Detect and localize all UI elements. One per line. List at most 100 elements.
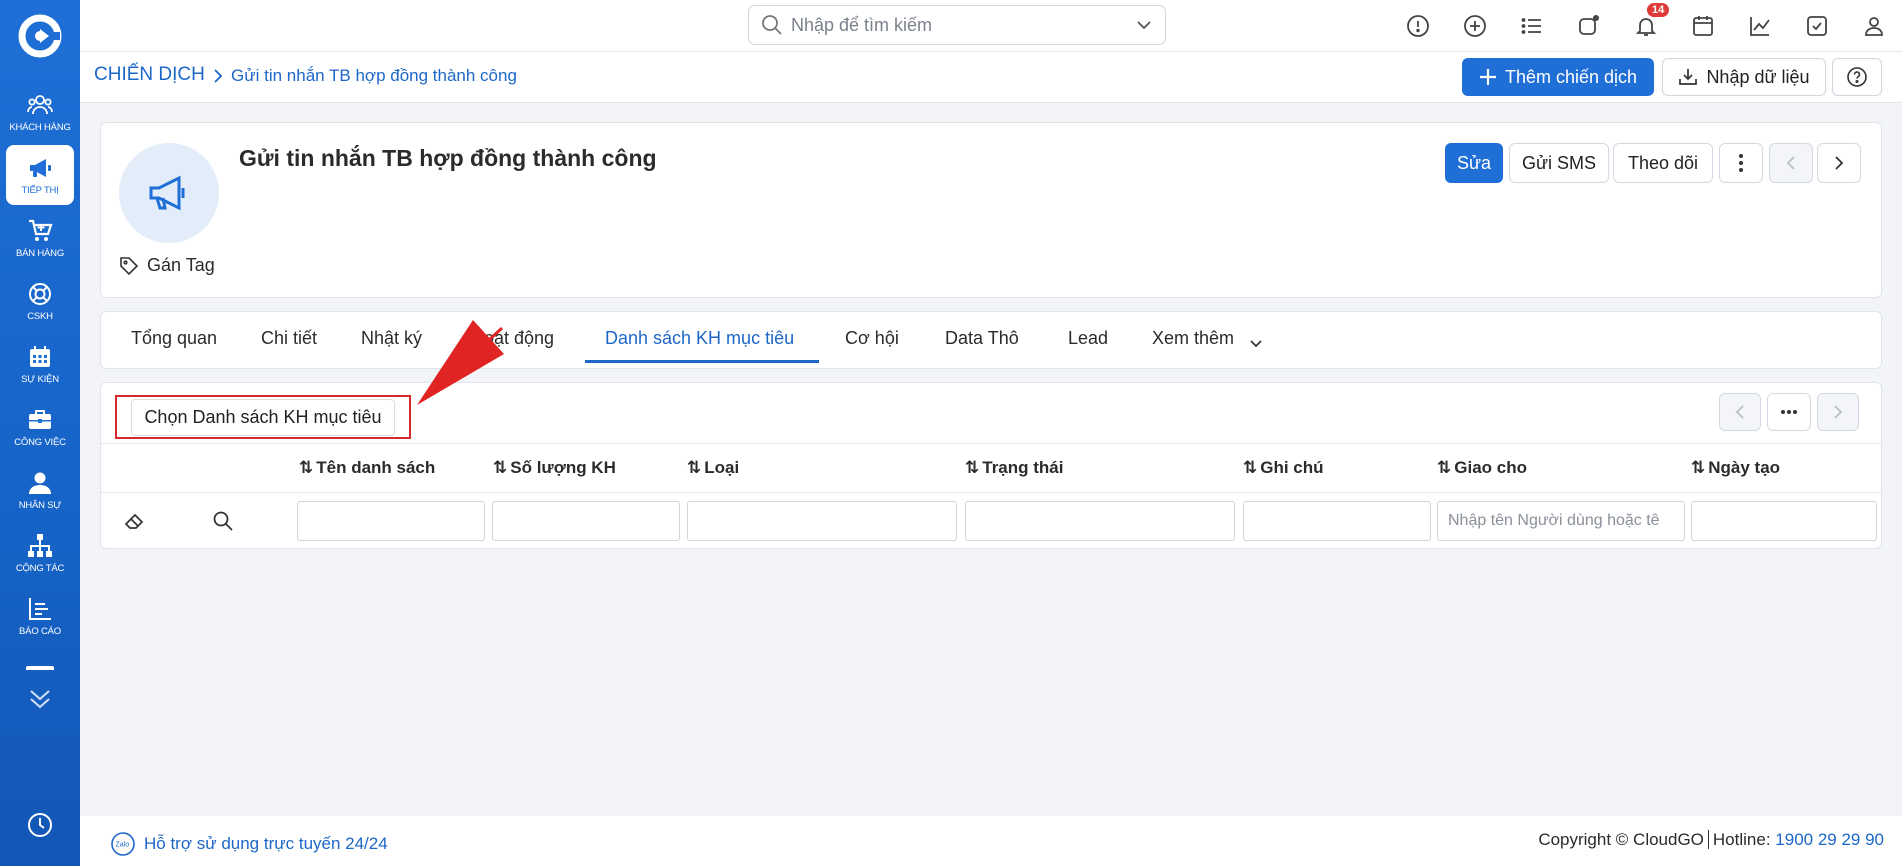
sidebar-item-sales[interactable]: BÁN HÀNG (6, 208, 74, 268)
column-header-created-date[interactable]: ⇅ Ngày tạo (1691, 458, 1780, 478)
record-header-card: Gửi tin nhắn TB hợp đồng thành công Gán … (100, 122, 1882, 298)
filter-customer-count-input[interactable] (492, 501, 680, 541)
column-header-status[interactable]: ⇅ Trạng thái (965, 458, 1063, 478)
previous-record-button[interactable] (1769, 143, 1813, 183)
sidebar-item-tasks[interactable]: CÔNG VIỆC (6, 397, 74, 457)
alert-button[interactable] (1389, 0, 1446, 52)
tab-details[interactable]: Chi tiết (261, 328, 317, 349)
sidebar-item-label: TIẾP THỊ (21, 184, 59, 196)
global-search[interactable] (748, 5, 1166, 45)
column-header-assignee[interactable]: ⇅ Giao cho (1437, 458, 1527, 478)
megaphone-icon (30, 158, 51, 177)
edit-button[interactable]: Sửa (1445, 143, 1503, 183)
tab-log[interactable]: Nhật ký (361, 328, 422, 349)
sidebar-item-customer-care[interactable]: CSKH (6, 271, 74, 331)
app-logo[interactable] (18, 14, 62, 58)
search-icon[interactable] (211, 509, 235, 533)
sidebar-item-reports[interactable]: BÁO CÁO (6, 586, 74, 646)
hotline-number[interactable]: 1900 29 29 90 (1775, 830, 1884, 849)
send-sms-label: Gửi SMS (1521, 152, 1597, 173)
sidebar-item-label: SỰ KIỆN (21, 373, 59, 385)
follow-button[interactable]: Theo dõi (1613, 143, 1713, 183)
filter-note-input[interactable] (1243, 501, 1431, 541)
analytics-button[interactable] (1731, 0, 1788, 52)
column-label: Giao cho (1454, 458, 1527, 477)
breadcrumb: CHIẾN DỊCH Gửi tin nhắn TB hợp đồng thàn… (80, 52, 1902, 103)
filter-name-input[interactable] (297, 501, 485, 541)
notifications-button[interactable]: 14 (1617, 0, 1674, 52)
search-input[interactable] (783, 14, 1135, 36)
copyright-text: Copyright © CloudGO (1538, 830, 1704, 849)
select-target-list-button[interactable]: Chọn Danh sách KH mục tiêu (131, 398, 395, 436)
column-label: Ngày tạo (1708, 458, 1781, 477)
column-header-name[interactable]: ⇅ Tên danh sách (299, 458, 435, 478)
column-label: Ghi chú (1260, 458, 1324, 477)
chevron-right-icon (1835, 156, 1844, 170)
double-chevron-down-icon[interactable] (28, 688, 52, 710)
tab-overview[interactable]: Tổng quan (131, 328, 217, 349)
list-icon (1521, 18, 1541, 34)
tab-activities[interactable]: Hoạt động (471, 328, 554, 349)
list-previous-button[interactable] (1719, 393, 1761, 431)
column-label: Tên danh sách (316, 458, 436, 477)
plus-icon (1479, 69, 1496, 85)
column-header-note[interactable]: ⇅ Ghi chú (1243, 458, 1324, 478)
send-sms-button[interactable]: Gửi SMS (1509, 143, 1609, 183)
calendar-icon (30, 345, 50, 367)
add-campaign-button[interactable]: Thêm chiến dịch (1462, 58, 1654, 96)
column-header-customer-count[interactable]: ⇅ Số lượng KH (493, 458, 616, 478)
user-menu-button[interactable] (1845, 0, 1902, 52)
more-actions-button[interactable] (1719, 143, 1763, 183)
column-label: Loại (704, 458, 740, 477)
tab-lead[interactable]: Lead (1068, 328, 1108, 349)
quick-add-button[interactable] (1446, 0, 1503, 52)
sidebar-item-partial (26, 666, 54, 670)
person-icon (29, 472, 51, 494)
horizontal-dots-icon (1781, 410, 1797, 414)
filter-created-date-input[interactable] (1691, 501, 1877, 541)
chevron-down-icon[interactable] (1135, 16, 1153, 34)
sidebar-item-collaboration[interactable]: CỘNG TÁC (6, 523, 74, 583)
sidebar-item-hr[interactable]: NHÂN SỰ (6, 460, 74, 520)
cart-icon (29, 219, 53, 241)
tag-icon (120, 256, 139, 275)
tab-raw-data[interactable]: Data Thô (945, 328, 1019, 349)
sidebar-item-events[interactable]: SỰ KIỆN (6, 334, 74, 394)
zalo-support-link[interactable]: Zalo Hỗ trợ sử dụng trực tuyến 24/24 (110, 831, 388, 857)
list-button[interactable] (1503, 0, 1560, 52)
tab-target-list[interactable]: Danh sách KH mục tiêu (605, 328, 794, 349)
next-record-button[interactable] (1817, 143, 1861, 183)
plus-circle-icon (1463, 15, 1486, 37)
chevron-down-icon[interactable] (1249, 338, 1263, 350)
tasks-button[interactable] (1788, 0, 1845, 52)
help-button[interactable] (1832, 58, 1882, 96)
calendar-icon (1692, 16, 1713, 36)
active-tab-indicator (585, 360, 819, 363)
sidebar-item-customers[interactable]: KHÁCH HÀNG (6, 82, 74, 142)
assign-tag-link[interactable]: Gán Tag (119, 255, 215, 276)
add-campaign-label: Thêm chiến dịch (1504, 66, 1638, 87)
sidebar-item-marketing[interactable]: TIẾP THỊ (6, 145, 74, 205)
bell-icon (1635, 18, 1656, 36)
calendar-button[interactable] (1674, 0, 1731, 52)
assign-tag-label: Gán Tag (147, 255, 215, 275)
list-next-button[interactable] (1817, 393, 1859, 431)
tab-opportunities[interactable]: Cơ hội (845, 328, 899, 349)
tab-more[interactable]: Xem thêm (1152, 328, 1234, 349)
eraser-icon[interactable] (123, 509, 147, 533)
list-more-button[interactable] (1767, 393, 1811, 431)
import-data-button[interactable]: Nhập dữ liệu (1662, 58, 1826, 96)
filter-status-input[interactable] (965, 501, 1235, 541)
clock-icon[interactable] (27, 812, 53, 838)
chat-button[interactable] (1560, 0, 1617, 52)
breadcrumb-root-link[interactable]: CHIẾN DỊCH (94, 64, 205, 86)
sidebar-item-label: BÁN HÀNG (15, 247, 65, 259)
sort-icon: ⇅ (1437, 458, 1452, 477)
filter-type-input[interactable] (687, 501, 957, 541)
chevron-left-icon (1786, 156, 1795, 170)
column-header-type[interactable]: ⇅ Loại (687, 458, 739, 478)
sidebar-item-label: NHÂN SỰ (18, 499, 62, 511)
sort-icon: ⇅ (687, 458, 702, 477)
filter-assignee-input[interactable] (1437, 501, 1685, 541)
edit-label: Sửa (1456, 152, 1492, 173)
